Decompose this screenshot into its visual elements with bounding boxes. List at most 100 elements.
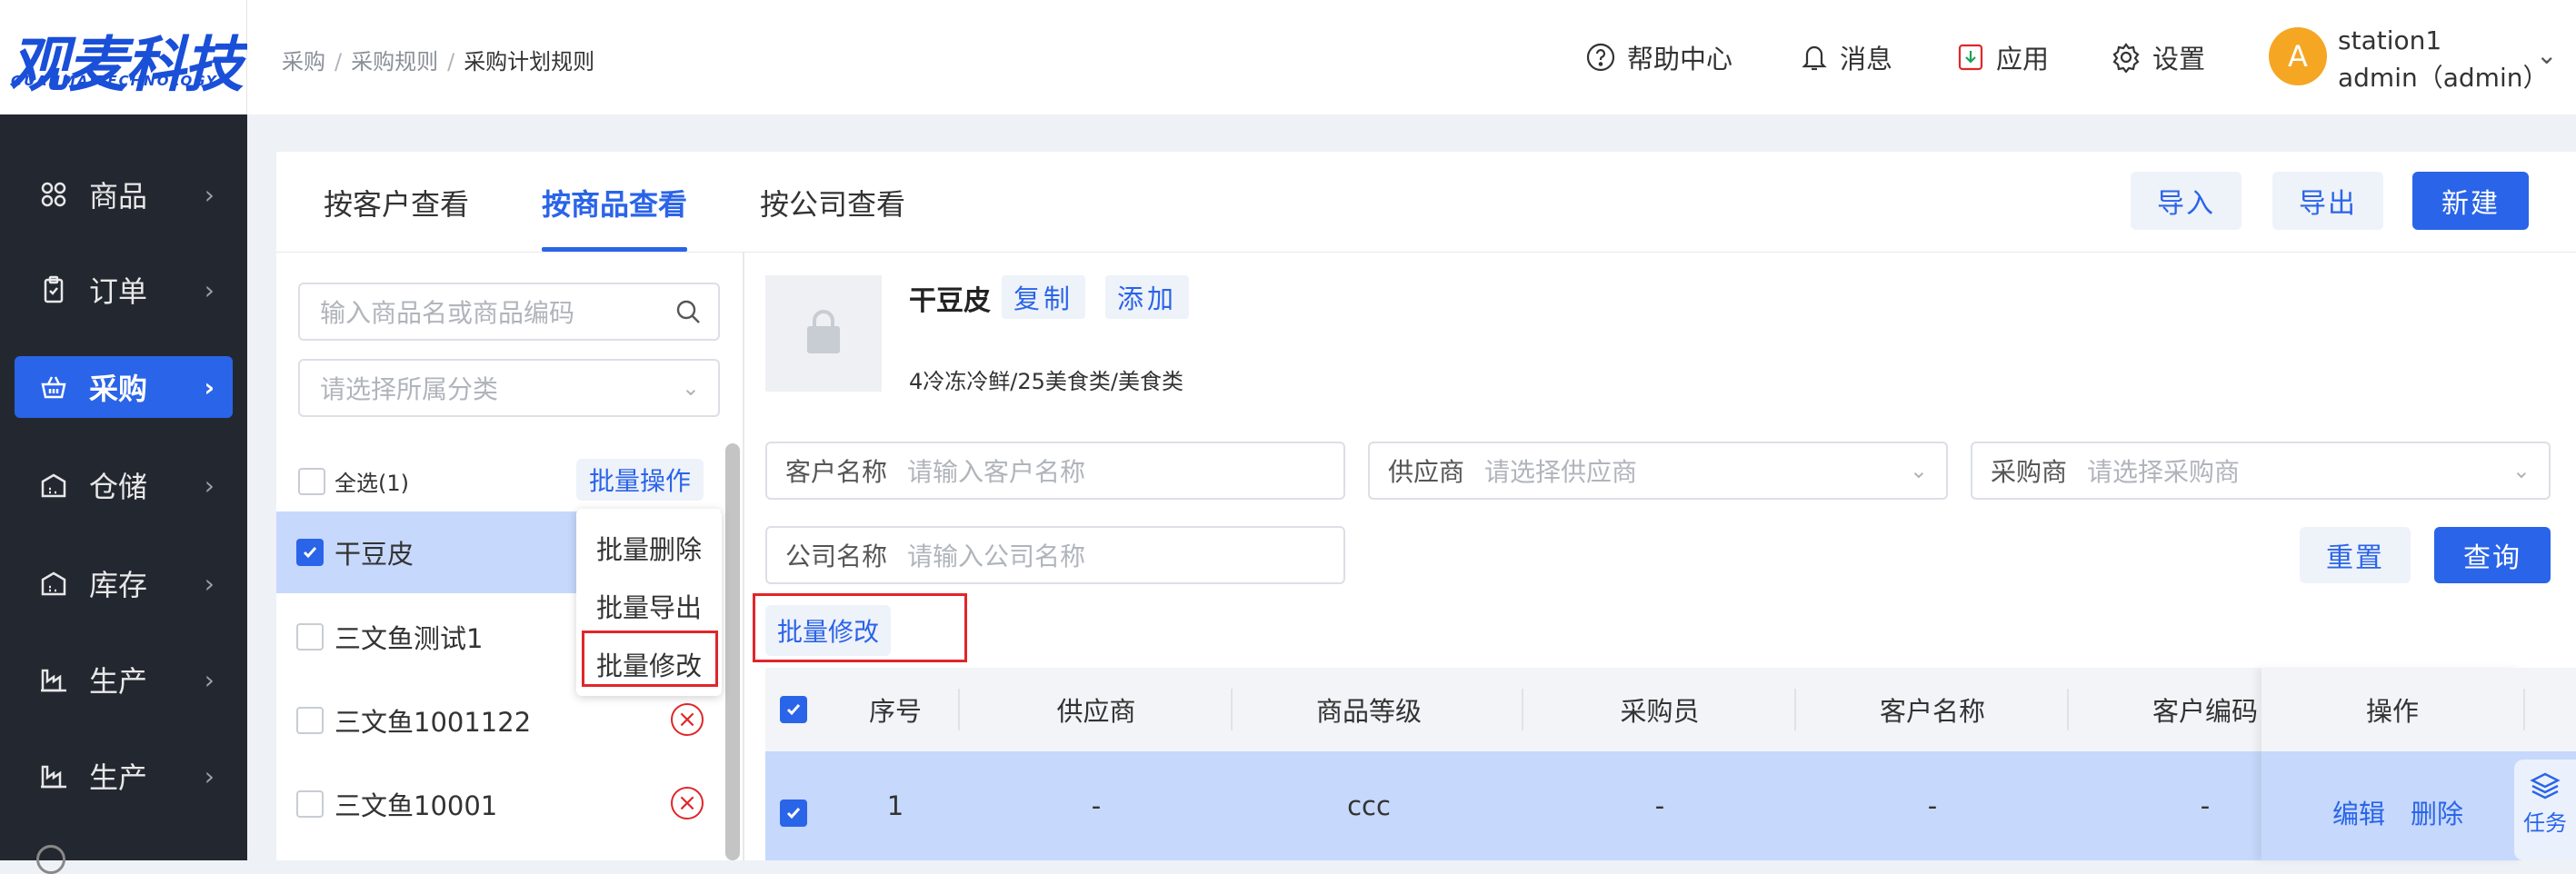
export-button[interactable]: 导出 (2272, 172, 2383, 230)
query-button[interactable]: 查询 (2434, 527, 2551, 583)
reset-button[interactable]: 重置 (2300, 527, 2411, 583)
import-button[interactable]: 导入 (2131, 172, 2242, 230)
chevron-right-icon: › (204, 568, 215, 599)
column-header-index: 序号 (868, 696, 922, 727)
select-all-checkbox[interactable] (298, 467, 325, 495)
chevron-right-icon: › (204, 664, 215, 695)
category-select[interactable]: 请选择所属分类 ⌄ (298, 359, 720, 417)
buyer-label: 采购商 (1991, 457, 2068, 487)
layers-icon (2530, 772, 2561, 800)
checkbox[interactable] (296, 790, 324, 818)
company-name-field[interactable]: 公司名称 请输入公司名称 (765, 526, 1345, 584)
select-all[interactable]: 全选(1) (298, 465, 409, 497)
supplier-label: 供应商 (1388, 457, 1465, 487)
sidebar-item-purchase[interactable]: 采购 › (15, 356, 233, 418)
apps-button[interactable]: 应用 (1956, 36, 2049, 78)
settings-button[interactable]: 设置 (2111, 36, 2205, 78)
delete-icon[interactable]: × (671, 787, 704, 819)
new-button[interactable]: 新建 (2412, 172, 2529, 230)
tab-by-product[interactable]: 按商品查看 (542, 182, 687, 223)
breadcrumb-item[interactable]: 采购规则 (351, 49, 438, 74)
search-placeholder: 输入商品名或商品编码 (320, 298, 575, 328)
breadcrumb-current: 采购计划规则 (464, 49, 595, 74)
header-checkbox[interactable] (780, 696, 807, 723)
checkbox[interactable] (296, 707, 324, 734)
apps-label: 应用 (1996, 44, 2050, 74)
product-category: 4冷冻冷鲜/25美食类/美食类 (909, 369, 1183, 394)
sidebar-item-warehouse[interactable]: 仓储 › (15, 454, 233, 516)
tabs-divider (276, 252, 2576, 253)
sidebar-item-label: 库存 (89, 568, 148, 602)
panel-divider (743, 252, 744, 860)
batch-operations-button[interactable]: 批量操作 (576, 459, 704, 501)
breadcrumb-item[interactable]: 采购 (282, 49, 325, 74)
factory-icon (36, 662, 71, 697)
chevron-down-icon: ⌄ (1909, 458, 1928, 483)
cell-customer-name: - (1927, 790, 1938, 821)
tab-by-company[interactable]: 按公司查看 (760, 182, 905, 223)
column-header-operation: 操作 (2261, 668, 2523, 751)
copy-button[interactable]: 复制 (1002, 275, 1085, 319)
chevron-down-icon[interactable]: ⌄ (2536, 40, 2557, 70)
product-name: 干豆皮 (334, 539, 414, 570)
cell-grade: ccc (1347, 790, 1391, 821)
edit-link[interactable]: 编辑 (2332, 793, 2385, 831)
delete-icon[interactable]: × (671, 703, 704, 736)
search-icon[interactable] (674, 298, 702, 325)
company-name-placeholder: 请输入公司名称 (907, 541, 1086, 571)
warehouse-icon (36, 566, 71, 601)
list-item[interactable]: 三文鱼10001 (276, 763, 722, 845)
cell-index: 1 (886, 790, 904, 821)
basket-icon (36, 370, 71, 404)
highlight-box (753, 593, 967, 662)
category-placeholder: 请选择所属分类 (320, 374, 499, 404)
sidebar-item-label: 生产 (89, 664, 148, 699)
sidebar-item-goods[interactable]: 商品 › (15, 164, 233, 225)
avatar[interactable]: A (2269, 27, 2327, 85)
buyer-select[interactable]: 采购商 请选择采购商 ⌄ (1971, 442, 2551, 500)
select-all-label: 全选(1) (334, 471, 409, 496)
sidebar-item-label: 仓储 (89, 470, 148, 504)
help-center-label: 帮助中心 (1627, 44, 1733, 74)
customer-name-label: 客户名称 (785, 457, 888, 487)
sidebar-item-orders[interactable]: 订单 › (15, 259, 233, 321)
add-button[interactable]: 添加 (1105, 275, 1189, 319)
batch-delete-item[interactable]: 批量删除 (576, 529, 722, 567)
settings-label: 设置 (2152, 44, 2206, 74)
product-image-placeholder (765, 275, 882, 392)
sidebar-item-label: 采购 (89, 372, 148, 406)
task-label: 任务 (2523, 810, 2567, 836)
help-center-button[interactable]: 帮助中心 (1585, 36, 1732, 78)
sidebar-item-label: 订单 (89, 274, 148, 309)
chevron-right-icon: › (204, 760, 215, 791)
product-name: 三文鱼测试1 (334, 623, 484, 654)
logo[interactable]: 观麦科技 GUANMAITECHNOLOGY (0, 0, 247, 114)
sidebar-item-inventory[interactable]: 库存 › (15, 552, 233, 614)
column-header-supplier: 供应商 (1056, 696, 1136, 727)
task-float-button[interactable]: 任务 (2514, 760, 2576, 860)
checkbox[interactable] (296, 623, 324, 651)
supplier-select[interactable]: 供应商 请选择供应商 ⌄ (1368, 442, 1948, 500)
sidebar-item-production[interactable]: 生产 › (15, 649, 233, 710)
product-search-input[interactable]: 输入商品名或商品编码 (298, 283, 720, 341)
supplier-placeholder: 请选择供应商 (1484, 457, 1638, 487)
product-title: 干豆皮 (909, 285, 991, 317)
sidebar-item-production-2[interactable]: 生产 › (15, 745, 233, 807)
logo-subtext: GUANMAITECHNOLOGY (11, 73, 218, 89)
sidebar-item-label: 商品 (89, 179, 148, 214)
cell-supplier: - (1091, 790, 1102, 821)
user-name: admin（admin） (2338, 63, 2549, 93)
factory-icon (36, 759, 71, 793)
download-app-icon (1958, 44, 1983, 71)
row-checkbox[interactable] (780, 800, 807, 827)
checkbox-checked[interactable] (296, 539, 324, 566)
messages-button[interactable]: 消息 (1800, 36, 1892, 78)
scrollbar[interactable] (725, 443, 740, 860)
tab-by-customer[interactable]: 按客户查看 (324, 182, 469, 223)
breadcrumb: 采购 / 采购规则 / 采购计划规则 (282, 49, 595, 74)
delete-link[interactable]: 删除 (2411, 793, 2463, 831)
batch-export-item[interactable]: 批量导出 (576, 587, 722, 625)
sidebar: 观麦科技 GUANMAITECHNOLOGY 商品 › 订单 › 采购 › 仓储… (0, 0, 247, 874)
cell-buyer: - (1654, 790, 1665, 821)
customer-name-field[interactable]: 客户名称 请输入客户名称 (765, 442, 1345, 500)
